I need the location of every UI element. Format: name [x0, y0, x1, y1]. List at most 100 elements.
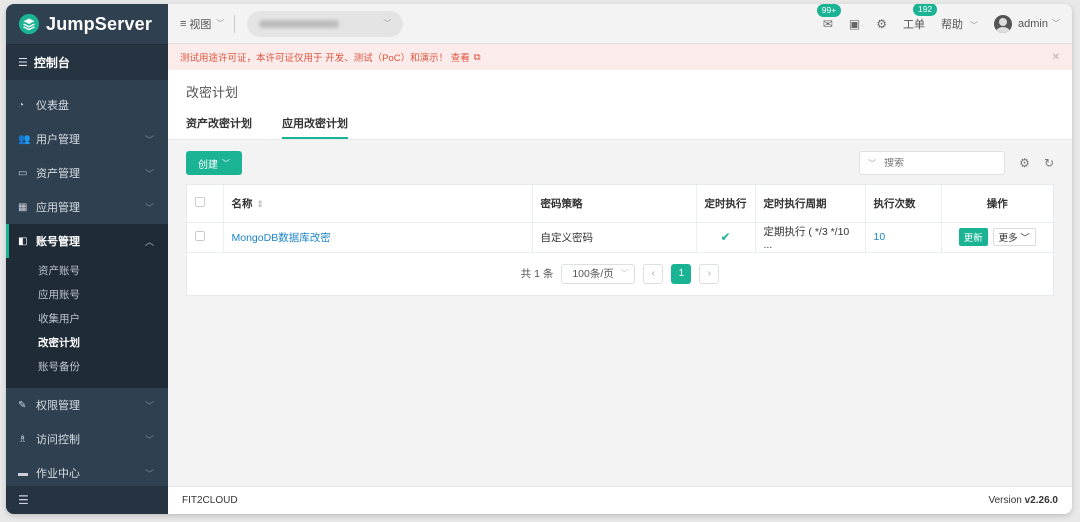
chevron-down-icon: ﹀	[144, 434, 154, 445]
account-icon: ◧	[18, 235, 28, 247]
topbar-actions: 99+ ✉ ▣ ⚙ 192 工单 帮助 ﹀ admin ﹀	[816, 4, 1060, 33]
create-button[interactable]: 创建 ﹀	[186, 151, 242, 175]
footer-brand: FIT2CLOUD	[182, 495, 238, 506]
edit-icon: ✎	[18, 399, 27, 411]
chevron-down-icon: ﹀	[222, 158, 230, 168]
sort-icon[interactable]: ⇕	[257, 199, 265, 209]
logo[interactable]: JumpServer	[6, 4, 168, 44]
notification-badge: 99+	[816, 4, 842, 17]
sidebar-item-label: 应用管理	[36, 202, 80, 214]
sidebar-item-label: 仪表盘	[36, 100, 69, 112]
web-terminal-button[interactable]: ▣	[849, 17, 860, 31]
chevron-down-icon: ﹀	[144, 134, 154, 145]
license-text: 测试用途许可证，本许可证仅用于 开发、测试（PoC）和演示！ 查看	[180, 53, 470, 64]
terminal-window-icon: ▣	[848, 16, 861, 31]
column-header-actions: 操作	[941, 185, 1053, 223]
subnav-item-gathered-users[interactable]: 收集用户	[6, 306, 168, 330]
cell-count: 10	[865, 222, 942, 253]
notification-button[interactable]: 99+ ✉	[816, 4, 842, 31]
column-header-name[interactable]: 名称 ⇕	[223, 185, 533, 223]
external-link-icon[interactable]: ⧉	[474, 52, 481, 63]
sliders-icon: ☰	[18, 57, 28, 69]
chevron-down-icon: ﹀	[144, 168, 154, 179]
page-size-select[interactable]: 100条/页 ﹀	[561, 263, 636, 284]
row-select-cell[interactable]	[187, 222, 224, 253]
column-header-label: 名称	[231, 197, 253, 210]
view-menu[interactable]: ≡ 视图 ﹀	[180, 14, 236, 33]
organization-select[interactable]: ﹀	[247, 10, 404, 37]
chevron-down-icon: ﹀	[144, 468, 154, 479]
cell-policy: 自定义密码	[532, 222, 697, 253]
search-input[interactable]	[884, 157, 985, 169]
more-button[interactable]: 更多 ﹀	[992, 228, 1036, 246]
sidebar-item-job-center[interactable]: ▬ 作业中心 ﹀	[6, 456, 168, 490]
checkmark-icon: ✔	[720, 230, 731, 244]
sidebar-item-accounts[interactable]: ◧ 账号管理 ︿	[6, 224, 168, 258]
version-info: Version v2.26.0	[988, 495, 1058, 506]
column-header-policy: 密码策略	[532, 185, 697, 223]
plan-name-link[interactable]: MongoDB数据库改密	[232, 232, 331, 244]
app-window: JumpServer ☰ 控制台 ◔ 仪表盘 👥 用户管理 ﹀ ▭ 资产管理 ﹀…	[6, 4, 1072, 514]
subnav-item-asset-accounts[interactable]: 资产账号	[6, 258, 168, 282]
grid-icon: ▦	[18, 201, 28, 213]
select-all-cell[interactable]	[187, 185, 224, 223]
cell-name: MongoDB数据库改密	[223, 222, 533, 253]
table-header-row: 名称 ⇕ 密码策略 定时执行 定时执行周期 执行次数 操作	[187, 185, 1053, 223]
menu-icon: ≡	[180, 17, 187, 30]
pagination: 共 1 条 100条/页 ﹀ ‹ 1 ›	[187, 253, 1053, 295]
subnav-item-change-plan[interactable]: 改密计划	[6, 330, 168, 354]
table-settings-icon[interactable]: ⚙	[1019, 156, 1030, 170]
ticket-button[interactable]: 192 工单	[903, 4, 938, 32]
chevron-down-icon: ﹀	[383, 19, 392, 28]
sidebar-item-users[interactable]: 👥 用户管理 ﹀	[6, 122, 168, 156]
sidebar-item-label: 账号管理	[36, 236, 80, 248]
console-switch[interactable]: ☰ 控制台	[6, 44, 168, 80]
change-plan-table: 名称 ⇕ 密码策略 定时执行 定时执行周期 执行次数 操作 MongoDB数据库…	[187, 185, 1053, 253]
organization-name-redacted	[259, 19, 340, 28]
user-menu[interactable]: admin ﹀	[994, 14, 1060, 33]
chevron-down-icon: ﹀	[144, 400, 154, 411]
accounts-subnav: 资产账号 应用账号 收集用户 改密计划 账号备份	[6, 258, 168, 388]
chevron-down-icon: ﹀	[868, 158, 877, 168]
sidebar-item-dashboard[interactable]: ◔ 仪表盘	[6, 88, 168, 122]
sidebar-item-access-control[interactable]: ♗ 访问控制 ﹀	[6, 422, 168, 456]
update-button[interactable]: 更新	[958, 228, 988, 246]
help-label: 帮助	[940, 18, 963, 31]
page-size-value: 100条/页	[572, 268, 614, 280]
sidebar-collapse-toggle[interactable]: ☰	[6, 486, 168, 514]
subnav-item-account-backup[interactable]: 账号备份	[6, 354, 168, 378]
search-box[interactable]: ﹀	[859, 151, 1006, 175]
ticket-badge: 192	[912, 4, 938, 16]
license-alert: 测试用途许可证，本许可证仅用于 开发、测试（PoC）和演示！ 查看 ⧉ ✕	[168, 44, 1072, 70]
sidebar-item-label: 权限管理	[36, 400, 80, 412]
execution-count-link[interactable]: 10	[874, 231, 886, 243]
select-all-checkbox[interactable]	[195, 196, 205, 207]
sidebar-item-assets[interactable]: ▭ 资产管理 ﹀	[6, 156, 168, 190]
collapse-menu-icon: ☰	[18, 493, 29, 507]
next-page-button[interactable]: ›	[699, 263, 720, 284]
logo-icon	[18, 13, 40, 35]
prev-page-button[interactable]: ‹	[643, 263, 664, 284]
table-card: 名称 ⇕ 密码策略 定时执行 定时执行周期 执行次数 操作 MongoDB数据库…	[186, 184, 1054, 296]
sidebar-item-permissions[interactable]: ✎ 权限管理 ﹀	[6, 388, 168, 422]
version-label: Version	[988, 495, 1022, 506]
settings-button[interactable]: ⚙	[876, 17, 887, 31]
chevron-down-icon: ﹀	[216, 19, 225, 28]
tab-app-change-plan[interactable]: 应用改密计划	[282, 115, 348, 139]
subnav-item-app-accounts[interactable]: 应用账号	[6, 282, 168, 306]
envelope-icon: ✉	[822, 16, 833, 31]
chevron-down-icon: ﹀	[1020, 233, 1030, 244]
close-icon[interactable]: ✕	[1052, 52, 1060, 63]
cell-period: 定期执行 ( */3 */10 ...	[755, 222, 866, 253]
help-menu[interactable]: 帮助 ﹀	[941, 16, 978, 32]
chevron-down-icon: ﹀	[620, 269, 629, 278]
content: 创建 ﹀ ﹀ ⚙ ↻ 名称 ⇕	[168, 140, 1072, 486]
users-icon: 👥	[18, 133, 31, 145]
page-number-button[interactable]: 1	[671, 263, 692, 284]
row-checkbox[interactable]	[195, 230, 205, 241]
column-header-period: 定时执行周期	[755, 185, 866, 223]
refresh-icon[interactable]: ↻	[1044, 156, 1054, 170]
inbox-icon: ▭	[18, 167, 28, 179]
tab-asset-change-plan[interactable]: 资产改密计划	[186, 115, 252, 139]
sidebar-item-applications[interactable]: ▦ 应用管理 ﹀	[6, 190, 168, 224]
